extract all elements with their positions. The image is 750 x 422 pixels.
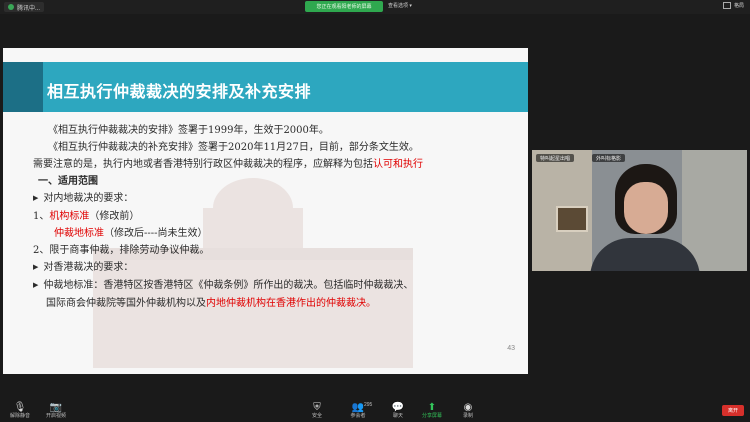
text-segment: （修改前） [89,211,140,222]
mute-button[interactable]: 🎙 解除静音 [0,402,40,420]
screen-share-banner: 您正在观看阳老师的屏幕 [305,1,383,12]
video-tag-right: 外叫标格影 [592,154,626,162]
slide-body: 《相互执行仲裁裁决的安排》签署于1999年，生效于2000年。 《相互执行仲裁裁… [33,122,518,312]
highlight-text: 仲裁地标准 [54,228,104,239]
video-label: 开启视频 [45,413,66,419]
text-segment: 1、 [33,211,50,222]
meeting-info-tab[interactable]: 腾讯中... [4,2,45,12]
shared-screen-slide: 相互执行仲裁裁决的安排及补充安排 《相互执行仲裁裁决的安排》签署于1999年，生… [3,48,528,374]
chat-label: 聊天 [392,413,403,419]
participants-button[interactable]: 👥 295 参会者 [338,402,378,420]
participants-count: 295 [364,402,373,408]
title-band-accent [3,62,43,112]
record-label: 录制 [462,413,473,419]
layout-toggle[interactable]: 格局 [722,2,744,9]
bullet-item: 仲裁地标准：香港特区按香港特区《仲裁条例》所作出的裁决。包括临时仲裁裁决、 [33,277,518,295]
text-line: 仲裁地标准（修改后----尚未生效） [48,225,518,242]
shield-icon [8,4,14,10]
people-icon: 👥 [351,402,365,413]
participant-video[interactable]: 特叫起星出唱 外叫标格影 [532,150,747,271]
text-line: 2、限于商事仲裁，排除劳动争议仲裁。 [33,245,210,256]
view-options-menu[interactable]: 查看选项 ▾ [388,2,412,9]
mute-label: 解除静音 [9,413,30,419]
highlight-text: 机构标准 [49,211,90,222]
record-icon: ◉ [463,402,473,413]
chat-icon: 💬 [391,402,405,413]
meeting-tab-label: 腾讯中... [17,5,41,12]
video-tag-left: 特叫起星出唱 [536,154,575,162]
bullet-item: 对香港裁决的要求： [33,259,518,277]
meeting-toolbar: 🎙 解除静音 📷 开启视频 ⛨ 安全 👥 295 参会者 💬 聊天 ⬆ 分享屏幕… [0,400,750,422]
leave-meeting-button[interactable]: 离开 [722,405,744,416]
camera-icon: 📷 [49,402,63,413]
bullet-item: 对内地裁决的要求： [33,190,518,208]
participants-label: 参会者 [350,413,366,419]
text-line: 1、机构标准（修改前） [33,208,518,225]
text-segment: （修改后----尚未生效） [104,228,208,239]
security-label: 安全 [311,413,322,419]
record-button[interactable]: ◉ 录制 [448,402,488,420]
wall-picture [556,206,588,232]
text-segment: 国际商会仲裁院等国外仲裁机构以及 [46,298,206,309]
slide-title: 相互执行仲裁裁决的安排及补充安排 [47,82,312,101]
text-segment: 需要注意的是，执行内地或者香港特别行政区仲裁裁决的程序，应解释为包括 [33,159,373,170]
share-screen-icon: ⬆ [427,402,437,413]
text-line: 国际商会仲裁院等国外仲裁机构以及内地仲裁机构在香港作出的仲裁裁决。 [46,295,518,312]
text-line: 《相互执行仲裁裁决的安排》签署于1999年，生效于2000年。 [48,125,329,136]
layout-toggle-label: 格局 [733,3,744,9]
microphone-icon: 🎙 [13,402,27,413]
section-heading: 一、适用范围 [38,176,98,187]
page-number: 43 [507,345,515,352]
person-face [624,182,668,234]
text-line: 《相互执行仲裁裁决的补充安排》签署于2020年11月27日，目前，部分条文生效。 [48,142,419,153]
grid-icon [722,2,731,9]
highlight-text: 内地仲裁机构在香港作出的仲裁裁决。 [206,298,376,309]
video-button[interactable]: 📷 开启视频 [36,402,76,420]
top-bar: 腾讯中... 您正在观看阳老师的屏幕 查看选项 ▾ 格局 [0,0,750,14]
text-line: 需要注意的是，执行内地或者香港特别行政区仲裁裁决的程序，应解释为包括认可和执行 [33,156,518,173]
shield-icon: ⛨ [313,402,321,413]
highlight-text: 认可和执行 [373,159,423,170]
security-button[interactable]: ⛨ 安全 [297,402,337,420]
share-screen-label: 分享屏幕 [421,413,442,419]
share-screen-button[interactable]: ⬆ 分享屏幕 [412,402,452,420]
